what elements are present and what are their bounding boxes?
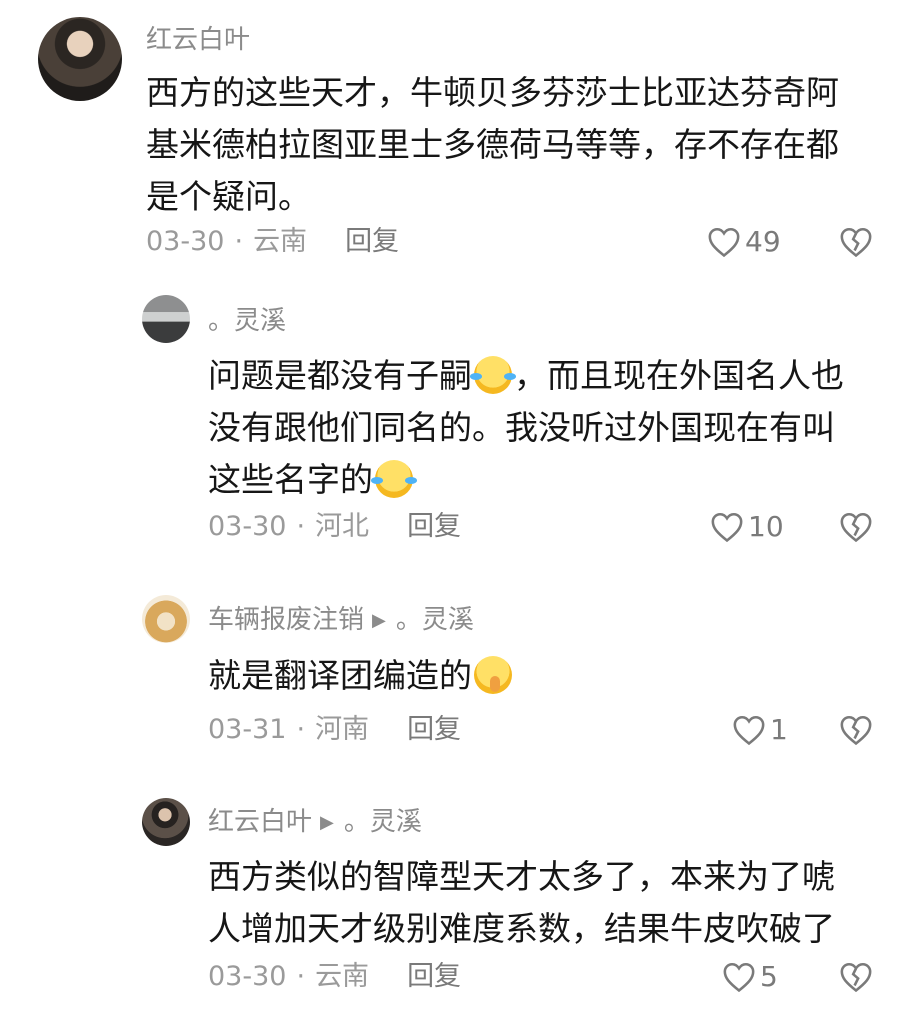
like-button[interactable]: 10 xyxy=(710,510,784,544)
comment-meta: 03-30 · 云南 回复 xyxy=(146,225,399,259)
avatar[interactable] xyxy=(142,295,190,343)
comment-text: 西方的这些天才，牛顿贝多芬莎士比亚达芬奇阿 基米德柏拉图亚里士多德荷马等等，存不… xyxy=(146,67,839,223)
like-button[interactable]: 5 xyxy=(722,960,778,994)
comment-text-line: 是个疑问。 xyxy=(146,177,311,216)
comment-text-line: 西方的这些天才，牛顿贝多芬莎士比亚达芬奇阿 xyxy=(146,73,839,112)
comment-meta: 03-30 · 河北 回复 xyxy=(208,510,461,544)
comment-text-line: 这些名字的 xyxy=(208,454,844,506)
meta-separator: · xyxy=(234,226,244,257)
comment-text-line: 基米德柏拉图亚里士多德荷马等等，存不存在都 xyxy=(146,125,839,164)
reply-item: 红云白叶 ▶ 。灵溪 西方类似的智障型天才太多了，本来为了唬 人增加天才级别难度系数… xyxy=(0,795,922,1019)
reply-item: 。灵溪 问题是都没有子嗣 ，而且现在外国名人也 没有跟他们同名的。我没听过外国现在… xyxy=(0,290,922,570)
comment-date: 03-30 xyxy=(208,511,287,542)
heart-outline-icon xyxy=(733,715,765,746)
comment-location: 云南 xyxy=(253,226,308,257)
laughing-tears-emoji-icon xyxy=(371,460,417,498)
meta-separator: · xyxy=(296,714,306,745)
meta-separator: · xyxy=(296,511,306,542)
reply-author[interactable]: 车辆报废注销 xyxy=(208,605,364,635)
comment-text-line: 人增加天才级别难度系数，结果牛皮吹破了 xyxy=(208,909,835,948)
comment-text-line: 问题是都没有子嗣 ，而且现在外国名人也 xyxy=(208,356,844,395)
meta-separator: · xyxy=(296,961,306,992)
reply-author[interactable]: 红云白叶 xyxy=(208,807,312,837)
avatar[interactable] xyxy=(142,798,190,846)
avatar[interactable] xyxy=(38,17,122,101)
broken-heart-icon[interactable] xyxy=(839,226,873,258)
avatar[interactable] xyxy=(142,595,190,643)
comment-location: 云南 xyxy=(315,961,370,992)
heart-outline-icon xyxy=(708,227,740,258)
broken-heart-icon[interactable] xyxy=(839,714,873,746)
like-count: 5 xyxy=(760,960,778,993)
comment-text-line: 没有跟他们同名的。我没听过外国现在有叫 xyxy=(208,408,835,447)
comment-text-line: 就是翻译团编造的 xyxy=(208,650,514,702)
reply-button[interactable]: 回复 xyxy=(407,714,461,745)
reply-button[interactable]: 回复 xyxy=(407,961,461,992)
comment-username[interactable]: 红云白叶 ▶ 。灵溪 xyxy=(208,806,422,841)
broken-heart-icon[interactable] xyxy=(839,511,873,543)
reply-button[interactable]: 回复 xyxy=(407,511,461,542)
reply-button[interactable]: 回复 xyxy=(345,226,399,257)
comment-date: 03-30 xyxy=(208,961,287,992)
comment-meta: 03-31 · 河南 回复 xyxy=(208,713,461,747)
comment-username[interactable]: 红云白叶 xyxy=(146,24,250,56)
comment-text-line: 西方类似的智障型天才太多了，本来为了唬 xyxy=(208,857,835,896)
comment-location: 河南 xyxy=(315,714,370,745)
comment-text: 问题是都没有子嗣 ，而且现在外国名人也 没有跟他们同名的。我没听过外国现在有叫 这… xyxy=(208,350,844,506)
comment-item: 红云白叶 西方的这些天才，牛顿贝多芬莎士比亚达芬奇阿 基米德柏拉图亚里士多德荷马… xyxy=(0,0,922,290)
comment-location: 河北 xyxy=(315,511,370,542)
reply-target[interactable]: 。灵溪 xyxy=(344,807,422,837)
reply-arrow-icon: ▶ xyxy=(320,812,334,833)
like-button[interactable]: 49 xyxy=(707,225,781,259)
broken-heart-icon[interactable] xyxy=(839,961,873,993)
heart-outline-icon xyxy=(711,512,743,543)
shushing-face-emoji-icon xyxy=(474,656,512,694)
heart-outline-icon xyxy=(723,962,755,993)
laughing-tears-emoji-icon xyxy=(470,356,516,394)
like-count: 10 xyxy=(748,510,784,543)
comment-text: 就是翻译团编造的 xyxy=(208,650,514,702)
comment-username[interactable]: 。灵溪 xyxy=(208,305,286,337)
comment-text: 西方类似的智障型天才太多了，本来为了唬 人增加天才级别难度系数，结果牛皮吹破了 xyxy=(208,851,835,955)
like-count: 1 xyxy=(770,713,788,746)
reply-item: 车辆报废注销 ▶ 。灵溪 就是翻译团编造的 03-31 · 河南 回复 1 xyxy=(0,590,922,770)
comment-date: 03-30 xyxy=(146,226,225,257)
comment-date: 03-31 xyxy=(208,714,287,745)
like-count: 49 xyxy=(745,225,781,258)
reply-arrow-icon: ▶ xyxy=(372,610,386,631)
comment-username[interactable]: 车辆报废注销 ▶ 。灵溪 xyxy=(208,604,474,639)
comment-meta: 03-30 · 云南 回复 xyxy=(208,960,461,994)
like-button[interactable]: 1 xyxy=(732,713,788,747)
reply-target[interactable]: 。灵溪 xyxy=(396,605,474,635)
